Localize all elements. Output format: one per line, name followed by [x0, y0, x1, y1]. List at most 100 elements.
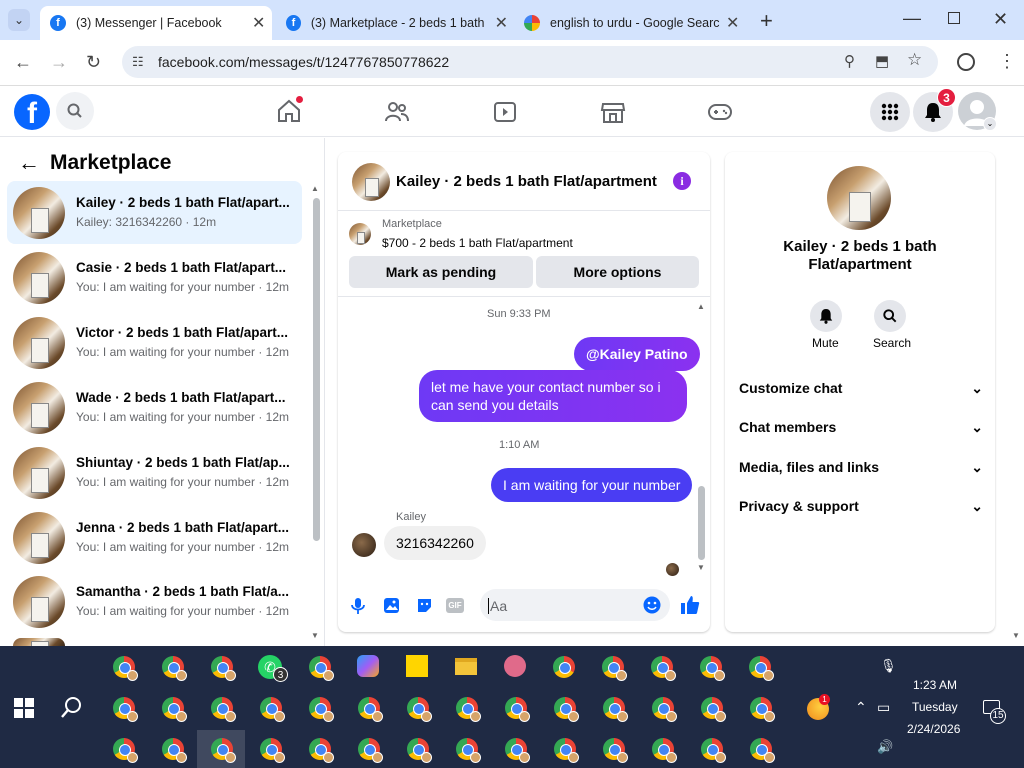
- chrome-taskbar-icon[interactable]: [260, 697, 285, 722]
- incoming-message[interactable]: 3216342260: [384, 526, 486, 560]
- chrome-taskbar-icon[interactable]: [309, 656, 334, 681]
- chrome-taskbar-icon[interactable]: [309, 697, 334, 722]
- page-scroll-down-icon[interactable]: ▼: [1012, 631, 1020, 640]
- clock-time[interactable]: 1:23 AM: [913, 678, 957, 692]
- photo-icon[interactable]: [383, 597, 400, 614]
- gif-icon[interactable]: GIF: [446, 598, 464, 613]
- windows-start-icon[interactable]: [14, 698, 34, 718]
- chrome-taskbar-icon[interactable]: [211, 656, 236, 681]
- conversation-item-shiuntay[interactable]: Shiuntay · 2 beds 1 bath Flat/ap... You:…: [7, 441, 302, 504]
- nav-friends[interactable]: [384, 101, 410, 128]
- chrome-taskbar-icon-active[interactable]: [211, 738, 236, 763]
- chrome-taskbar-icon[interactable]: [456, 738, 481, 763]
- nav-marketplace[interactable]: [600, 100, 626, 129]
- chrome-taskbar-icon[interactable]: [553, 656, 575, 678]
- chrome-taskbar-icon[interactable]: [505, 697, 530, 722]
- chrome-taskbar-icon[interactable]: [505, 738, 530, 763]
- thumbs-up-icon[interactable]: [680, 595, 700, 615]
- site-info-icon[interactable]: ☷: [132, 54, 144, 70]
- chrome-taskbar-icon[interactable]: [358, 738, 383, 763]
- mic-indicator-icon[interactable]: 🎙: [880, 658, 897, 674]
- restore-icon[interactable]: [948, 12, 960, 24]
- chrome-taskbar-icon[interactable]: [211, 697, 236, 722]
- conversation-item-jenna[interactable]: Jenna · 2 beds 1 bath Flat/apart... You:…: [7, 506, 302, 569]
- chat-members-section[interactable]: Chat members ⌄: [739, 419, 983, 436]
- network-icon[interactable]: ▭: [877, 699, 890, 716]
- chrome-taskbar-icon[interactable]: [456, 697, 481, 722]
- privacy-support-section[interactable]: Privacy & support ⌄: [739, 498, 983, 515]
- reload-icon[interactable]: ↻: [86, 53, 101, 71]
- clock-date[interactable]: 2/24/2026: [907, 722, 960, 736]
- listing-title[interactable]: $700 - 2 beds 1 bath Flat/apartment: [382, 236, 573, 250]
- chrome-taskbar-icon[interactable]: [113, 697, 138, 722]
- chrome-taskbar-icon[interactable]: [700, 656, 725, 681]
- outgoing-message[interactable]: I am waiting for your number: [491, 468, 693, 502]
- customize-chat-section[interactable]: Customize chat ⌄: [739, 380, 983, 397]
- account-avatar[interactable]: ⌄: [958, 92, 997, 131]
- back-icon[interactable]: ←: [14, 53, 32, 71]
- outgoing-message[interactable]: let me have your contact number so i can…: [419, 370, 687, 422]
- chrome-taskbar-icon[interactable]: [554, 697, 579, 722]
- weather-widget-icon[interactable]: 1: [807, 694, 830, 720]
- media-files-links-section[interactable]: Media, files and links ⌄: [739, 459, 983, 476]
- menu-button[interactable]: [870, 92, 910, 132]
- mark-as-pending-button[interactable]: Mark as pending: [349, 256, 533, 288]
- bookmark-star-icon[interactable]: ☆: [907, 50, 922, 70]
- chrome-taskbar-icon[interactable]: [750, 738, 775, 763]
- profile-icon[interactable]: [957, 53, 975, 71]
- conversation-item-casie[interactable]: Casie · 2 beds 1 bath Flat/apart... You:…: [7, 246, 302, 309]
- menu-kebab-icon[interactable]: ⋮: [998, 52, 1016, 70]
- close-tab-icon[interactable]: ✕: [495, 13, 508, 33]
- whatsapp-icon[interactable]: ✆ 3: [258, 655, 288, 682]
- chat-scroll-down-icon[interactable]: ▼: [697, 563, 705, 572]
- message-input[interactable]: Aa: [480, 589, 670, 621]
- more-options-button[interactable]: More options: [536, 256, 699, 288]
- chrome-taskbar-icon[interactable]: [407, 738, 432, 763]
- scroll-down-arrow-icon[interactable]: ▼: [311, 631, 319, 640]
- clock-day[interactable]: Tuesday: [912, 700, 958, 714]
- chrome-taskbar-icon[interactable]: [260, 738, 285, 763]
- notifications-button[interactable]: 3: [913, 88, 956, 132]
- nav-video[interactable]: [493, 101, 517, 128]
- chat-scroll-up-icon[interactable]: ▲: [697, 302, 705, 311]
- chrome-taskbar-icon[interactable]: [113, 738, 138, 763]
- forward-icon[interactable]: →: [50, 53, 68, 71]
- tab-marketplace[interactable]: f (3) Marketplace - 2 beds 1 bath ✕: [276, 6, 508, 40]
- close-window-icon[interactable]: ✕: [993, 9, 1008, 30]
- chrome-taskbar-icon[interactable]: [309, 738, 334, 763]
- tab-search-button[interactable]: ⌄: [8, 9, 30, 31]
- nav-gaming[interactable]: [707, 102, 733, 127]
- show-hidden-icons-icon[interactable]: ⌃: [855, 699, 867, 716]
- copilot-icon[interactable]: [357, 655, 379, 677]
- chrome-taskbar-icon[interactable]: [701, 738, 726, 763]
- chat-header-avatar[interactable]: [352, 163, 390, 201]
- sticky-notes-icon[interactable]: [406, 655, 428, 677]
- chrome-taskbar-icon[interactable]: [554, 738, 579, 763]
- conversation-item-wade[interactable]: Wade · 2 beds 1 bath Flat/apart... You: …: [7, 376, 302, 439]
- close-tab-icon[interactable]: ✕: [726, 13, 739, 33]
- chat-scrollbar[interactable]: [698, 486, 705, 560]
- chrome-taskbar-icon[interactable]: [701, 697, 726, 722]
- chrome-taskbar-icon[interactable]: [162, 697, 187, 722]
- microphone-icon[interactable]: [351, 597, 365, 615]
- chrome-taskbar-icon[interactable]: [652, 738, 677, 763]
- search-button[interactable]: [56, 92, 94, 130]
- chat-title[interactable]: Kailey · 2 beds 1 bath Flat/apartment: [396, 173, 657, 190]
- snipping-tool-icon[interactable]: [504, 655, 526, 677]
- address-bar[interactable]: ☷ facebook.com/messages/t/12477678507786…: [122, 46, 938, 78]
- mention-bubble[interactable]: @Kailey Patino: [574, 337, 700, 371]
- chrome-taskbar-icon[interactable]: [603, 697, 628, 722]
- conversation-list-scrollbar[interactable]: [313, 198, 320, 541]
- notification-center-icon[interactable]: 15: [983, 700, 1006, 724]
- chrome-taskbar-icon[interactable]: [603, 738, 628, 763]
- emoji-icon[interactable]: [643, 596, 661, 614]
- tab-messenger[interactable]: f (3) Messenger | Facebook ✕: [40, 6, 272, 40]
- chrome-taskbar-icon[interactable]: [750, 697, 775, 722]
- chrome-taskbar-icon[interactable]: [162, 738, 187, 763]
- tab-google[interactable]: english to urdu - Google Search ✕: [514, 6, 746, 40]
- chrome-taskbar-icon[interactable]: [162, 656, 187, 681]
- chrome-taskbar-icon[interactable]: [407, 697, 432, 722]
- profile-avatar[interactable]: [827, 166, 891, 230]
- chrome-taskbar-icon[interactable]: [749, 656, 774, 681]
- conversation-item-kailey[interactable]: Kailey · 2 beds 1 bath Flat/apart... Kai…: [7, 181, 302, 244]
